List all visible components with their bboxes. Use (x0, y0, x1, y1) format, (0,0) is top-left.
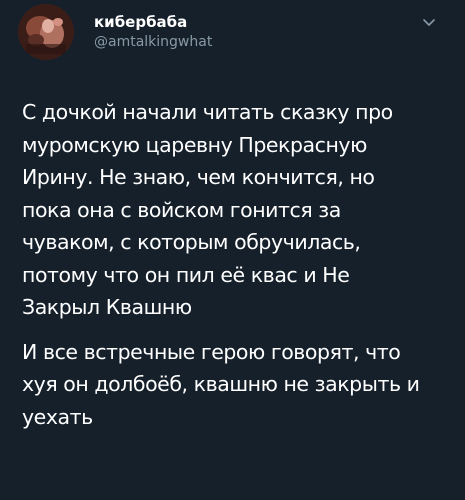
display-name[interactable]: кибербаба (94, 12, 212, 32)
tweet-line: С дочкой начали читать сказку про (22, 100, 393, 124)
tweet: кибербаба @amtalkingwhat С дочкой начали… (0, 0, 465, 500)
tweet-line: Закрыл Квашню (22, 295, 192, 319)
user-handle[interactable]: @amtalkingwhat (94, 32, 212, 52)
tweet-line: муромскую царевну Прекрасную (22, 132, 367, 157)
tweet-paragraph: И все встречные герою говорят, что хуя о… (22, 336, 462, 434)
tweet-line: Ирину. Не знаю, чем кончится, но (22, 165, 375, 189)
tweet-line: потому что он пил её квас и Не (22, 262, 350, 287)
tweet-line: И все встречные герою говорят, что (22, 339, 401, 364)
tweet-text: С дочкой начали читать сказку про муромс… (22, 96, 462, 445)
tweet-header: кибербаба @amtalkingwhat (18, 4, 448, 64)
tweet-line: уехать (22, 404, 93, 429)
tweet-line: чуваком, с которым обручилась, (22, 230, 361, 254)
tweet-line: хуя он долбоёб, квашню не закрыть и (22, 372, 420, 396)
author-names: кибербаба @amtalkingwhat (94, 12, 212, 52)
avatar[interactable] (18, 4, 74, 60)
avatar-image (18, 4, 74, 60)
tweet-paragraph: С дочкой начали читать сказку про муромс… (22, 96, 462, 324)
chevron-down-icon[interactable] (422, 14, 436, 28)
tweet-line: пока она с войском гонится за (22, 197, 341, 222)
